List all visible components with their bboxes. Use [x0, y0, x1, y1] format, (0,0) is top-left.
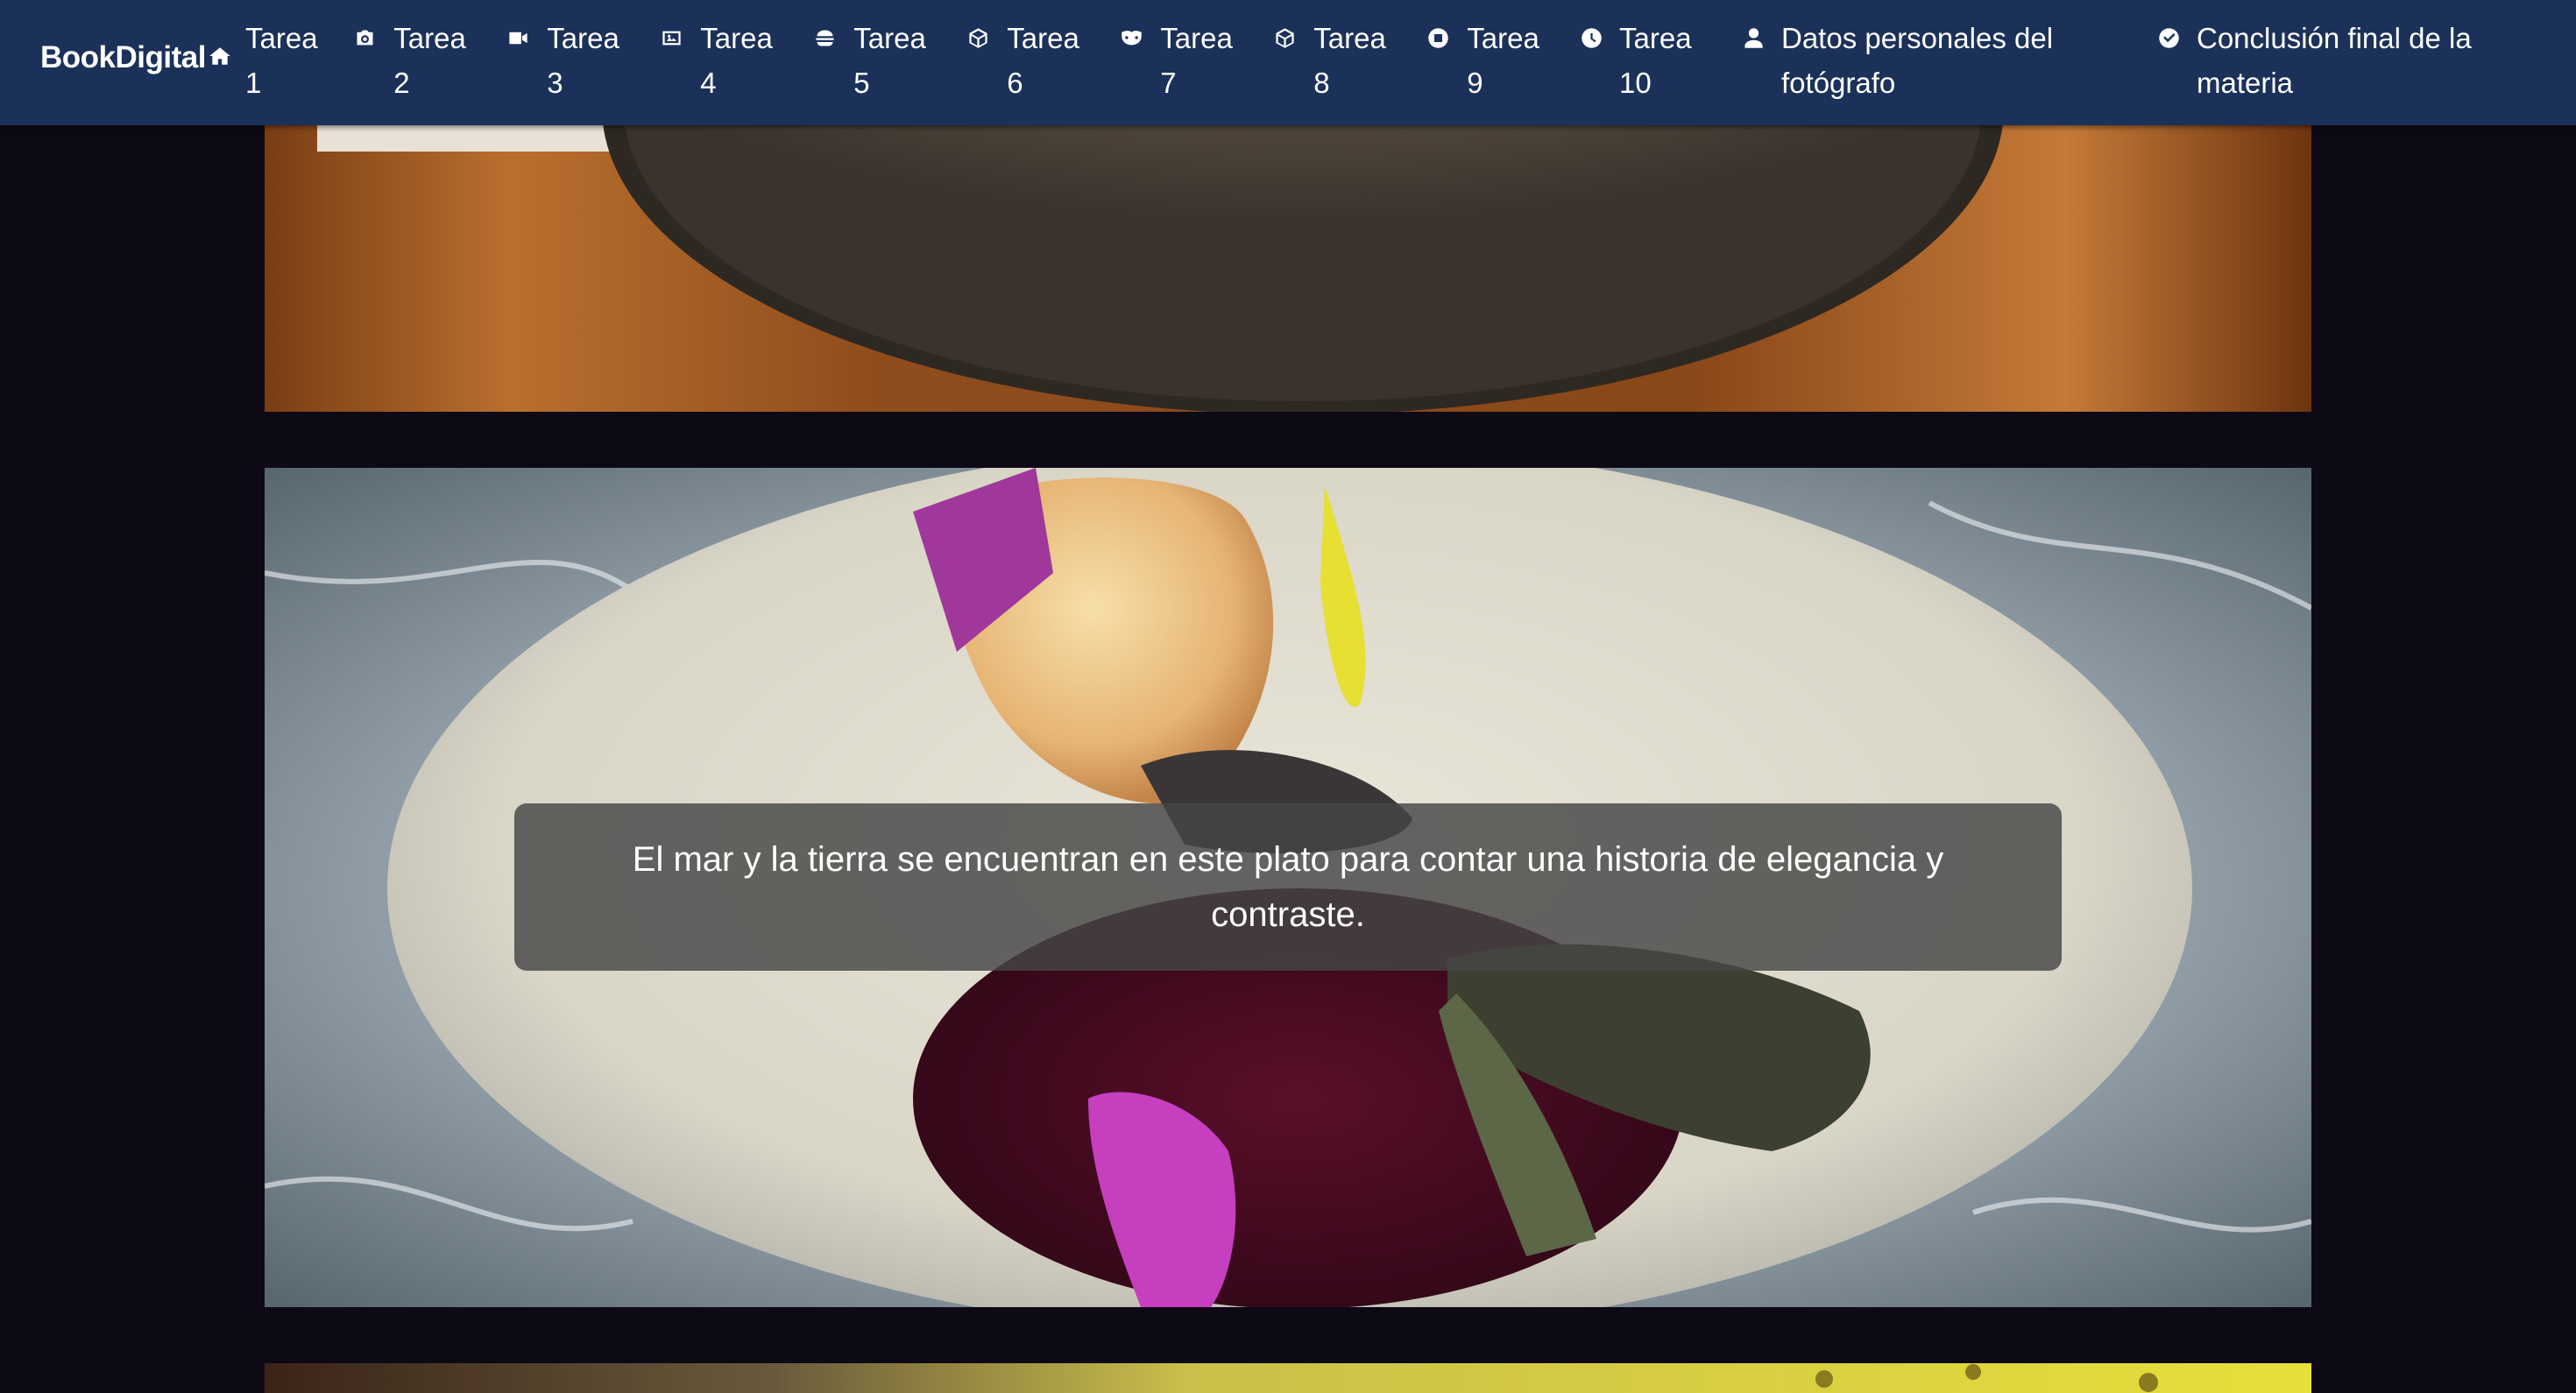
- box-icon: [1273, 16, 1298, 60]
- nav-item-label: Tarea 5: [853, 22, 926, 99]
- nav-item-tarea-8[interactable]: Tarea 8: [1273, 16, 1405, 105]
- nav-item-tarea-10[interactable]: Tarea 10: [1580, 16, 1720, 105]
- nav-item-label: Tarea 6: [1007, 22, 1079, 99]
- nav-item-tarea-5[interactable]: Tarea 5: [813, 16, 945, 105]
- top-navbar: BookDigital Tarea 1 Tarea 2 Tarea 3 Tare…: [0, 0, 2576, 125]
- mask-icon: [1120, 16, 1144, 60]
- nav-item-label: Tarea 9: [1467, 22, 1539, 99]
- nav-item-tarea-4[interactable]: Tarea 4: [660, 16, 791, 105]
- nav-item-label: Tarea 4: [700, 22, 773, 99]
- nav-item-label: Tarea 8: [1313, 22, 1386, 99]
- video-icon: [506, 16, 531, 60]
- nav-item-label: Conclusión final de la materia: [2197, 22, 2472, 99]
- home-icon: [209, 40, 231, 75]
- box-icon: [966, 16, 991, 60]
- photo-caption: El mar y la tierra se encuentran en este…: [514, 803, 2062, 971]
- camera-icon: [353, 16, 378, 60]
- nav-item-tarea-2[interactable]: Tarea 2: [353, 16, 485, 105]
- stop-circle-icon: [1426, 16, 1451, 60]
- image-icon: [660, 16, 684, 60]
- nav-item-label: Tarea 1: [245, 22, 318, 99]
- check-circle-icon: [2157, 16, 2181, 60]
- user-icon: [1742, 16, 1766, 60]
- nav-item-tarea-3[interactable]: Tarea 3: [506, 16, 638, 105]
- brand-link[interactable]: BookDigital: [40, 40, 231, 75]
- nav-item-label: Tarea 2: [393, 22, 466, 99]
- hamburger-food-icon: [813, 16, 838, 60]
- nav-item-tarea-1[interactable]: Tarea 1: [245, 16, 342, 105]
- nav-item-label: Tarea 10: [1619, 22, 1692, 99]
- nav-item-tarea-9[interactable]: Tarea 9: [1426, 16, 1558, 105]
- photo-caption-text: El mar y la tierra se encuentran en este…: [632, 839, 1944, 934]
- nav-item-label: Tarea 7: [1160, 22, 1233, 99]
- clock-icon: [1580, 16, 1603, 60]
- nav-item-tarea-6[interactable]: Tarea 6: [966, 16, 1098, 105]
- nav-item-datos-personales[interactable]: Datos personales del fotógrafo: [1742, 16, 2092, 105]
- nav-item-conclusion-final[interactable]: Conclusión final de la materia: [2157, 16, 2508, 105]
- gallery-photo-next: [265, 1363, 2311, 1393]
- brand-name: BookDigital: [40, 40, 206, 74]
- nav-item-tarea-7[interactable]: Tarea 7: [1120, 16, 1251, 105]
- nav-item-label: Tarea 3: [547, 22, 619, 99]
- nav-item-label: Datos personales del fotógrafo: [1781, 22, 2054, 99]
- gallery-photo-previous: [265, 125, 2311, 412]
